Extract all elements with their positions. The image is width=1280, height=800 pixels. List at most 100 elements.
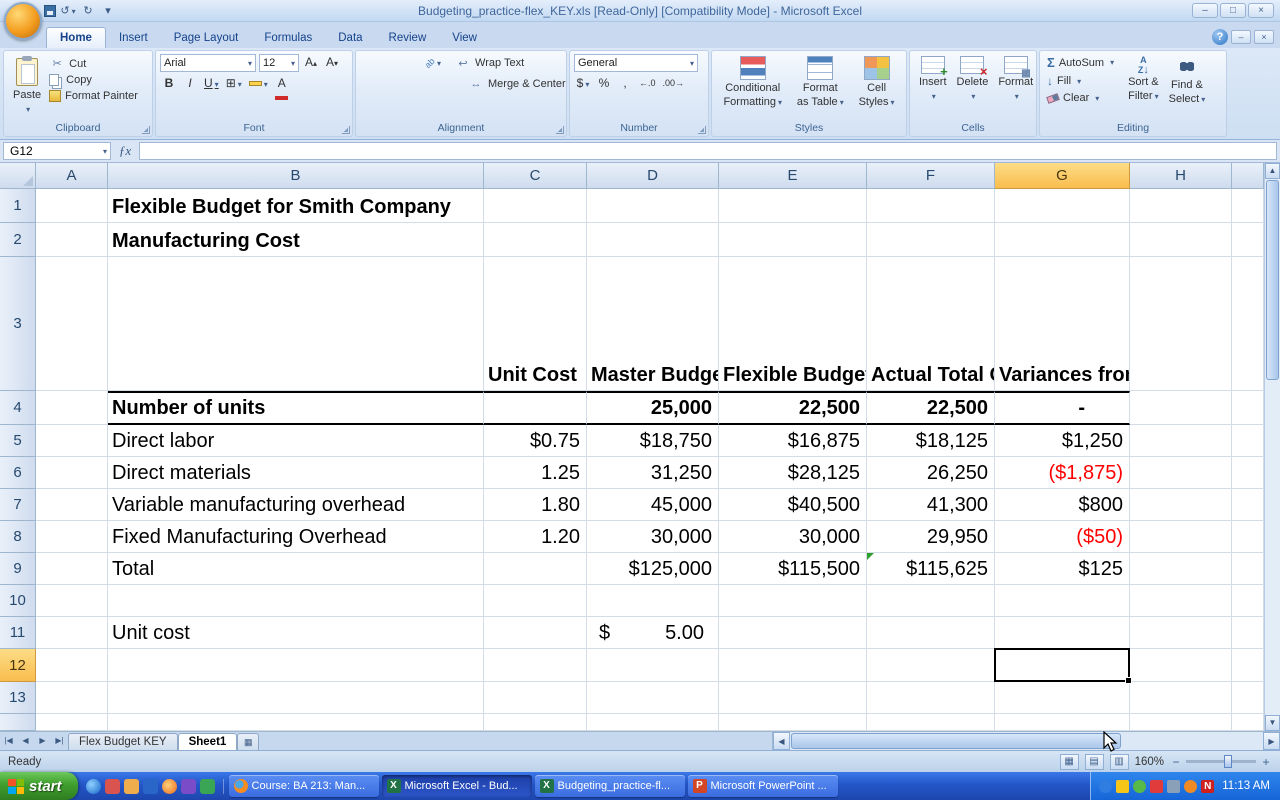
cell-D5[interactable]: $18,750 — [587, 425, 719, 457]
cell[interactable] — [1232, 585, 1264, 617]
cell-D9[interactable]: $125,000 — [587, 553, 719, 585]
normal-view-icon[interactable]: ▦ — [1059, 753, 1079, 770]
select-all-corner[interactable] — [0, 163, 36, 189]
format-cells-button[interactable]: Format▾ — [993, 54, 1038, 121]
page-layout-view-icon[interactable]: ▤ — [1084, 753, 1104, 770]
scroll-right-icon[interactable]: ▶ — [1263, 732, 1280, 750]
cell-E4[interactable]: 22,500 — [719, 391, 867, 425]
cell[interactable] — [1232, 223, 1264, 257]
row-header-2[interactable]: 2 — [0, 223, 36, 257]
task-powerpoint[interactable]: Microsoft PowerPoint ... — [687, 775, 838, 797]
orientation-icon[interactable]: ab▾ — [423, 54, 443, 72]
insert-cells-button[interactable]: Insert▾ — [914, 54, 952, 121]
cell[interactable] — [484, 189, 587, 223]
fill-button[interactable]: ↓ Fill ▾ — [1044, 73, 1117, 89]
cell[interactable] — [1232, 682, 1264, 714]
accounting-format-icon[interactable]: $ ▾ — [574, 75, 592, 93]
cell[interactable] — [36, 585, 108, 617]
workbook-minimize-button[interactable]: – — [1231, 30, 1251, 44]
column-header-C[interactable]: C — [484, 163, 587, 189]
cell-C5[interactable]: $0.75 — [484, 425, 587, 457]
cell[interactable] — [719, 682, 867, 714]
sort-filter-button[interactable]: A Z↓ Sort & Filter ▾ — [1123, 54, 1164, 121]
format-as-table-button[interactable]: Format as Table ▾ — [792, 54, 849, 121]
cell[interactable] — [108, 682, 484, 714]
cell[interactable] — [108, 649, 484, 682]
insert-worksheet-tab[interactable]: ▦ — [237, 733, 260, 750]
percent-style-icon[interactable]: % — [595, 75, 613, 93]
font-size-select[interactable]: 12 ▾ — [259, 54, 299, 72]
cell-F5[interactable]: $18,125 — [867, 425, 995, 457]
cell-D11[interactable]: $5.00 — [587, 617, 719, 649]
cell[interactable] — [719, 189, 867, 223]
row-header-10[interactable]: 10 — [0, 585, 36, 617]
cell[interactable] — [108, 714, 484, 731]
cell[interactable] — [1232, 425, 1264, 457]
cell-D7[interactable]: 45,000 — [587, 489, 719, 521]
cell[interactable] — [1130, 257, 1232, 391]
cell[interactable] — [587, 585, 719, 617]
decrease-decimal-icon[interactable]: .00→ — [661, 75, 687, 93]
cell-G5[interactable]: $1,250 — [995, 425, 1130, 457]
zoom-level[interactable]: 160% — [1135, 756, 1164, 768]
cell-D4[interactable]: 25,000 — [587, 391, 719, 425]
cell-G9[interactable]: $125 — [995, 553, 1130, 585]
column-header-D[interactable]: D — [587, 163, 719, 189]
borders-icon[interactable]: ⊞ ▾ — [224, 75, 244, 93]
insert-function-icon[interactable]: ƒx — [113, 143, 137, 159]
column-header-H[interactable]: H — [1130, 163, 1232, 189]
row-header-12-selected[interactable]: 12 — [0, 649, 36, 682]
cell[interactable] — [867, 649, 995, 682]
selection-outline[interactable] — [994, 648, 1132, 684]
cell-D3[interactable]: Master Budget Total Cost — [587, 257, 719, 391]
cell[interactable] — [1130, 617, 1232, 649]
zoom-slider-thumb[interactable] — [1224, 755, 1232, 768]
cell[interactable] — [1130, 682, 1232, 714]
cell[interactable] — [1232, 391, 1264, 425]
cell-E6[interactable]: $28,125 — [719, 457, 867, 489]
cell[interactable] — [719, 585, 867, 617]
cell[interactable] — [484, 553, 587, 585]
cell-styles-button[interactable]: Cell Styles ▾ — [854, 54, 900, 121]
cell[interactable] — [484, 617, 587, 649]
cell-F8[interactable]: 29,950 — [867, 521, 995, 553]
cell[interactable] — [1232, 553, 1264, 585]
align-top-icon[interactable] — [360, 54, 378, 72]
cell-G4[interactable]: - — [995, 391, 1130, 425]
tray-icon-1[interactable] — [1099, 779, 1113, 793]
paste-button[interactable]: Paste ▾ — [8, 54, 46, 121]
align-left-icon[interactable] — [360, 75, 378, 93]
close-button[interactable]: × — [1248, 3, 1274, 18]
sheet-tab-flex-budget-key[interactable]: Flex Budget KEY — [68, 733, 178, 750]
cell[interactable] — [1130, 649, 1232, 682]
cell[interactable] — [36, 457, 108, 489]
cell[interactable] — [587, 682, 719, 714]
cell-E5[interactable]: $16,875 — [719, 425, 867, 457]
cell[interactable] — [1130, 425, 1232, 457]
cell-E7[interactable]: $40,500 — [719, 489, 867, 521]
sheet-tab-sheet1[interactable]: Sheet1 — [177, 733, 238, 750]
cell[interactable] — [867, 223, 995, 257]
cell[interactable] — [1130, 553, 1232, 585]
cell[interactable] — [867, 682, 995, 714]
cell-B9[interactable]: Total — [108, 553, 484, 585]
cell[interactable] — [36, 521, 108, 553]
cell-B6[interactable]: Direct materials — [108, 457, 484, 489]
cell-E3[interactable]: Flexible Budget Total Cost — [719, 257, 867, 391]
row-header-9[interactable]: 9 — [0, 553, 36, 585]
last-sheet-icon[interactable]: ▶| — [51, 732, 68, 750]
shrink-font-icon[interactable]: A▾ — [323, 54, 341, 72]
page-break-view-icon[interactable]: ▥ — [1109, 753, 1129, 770]
cell[interactable] — [484, 585, 587, 617]
cell[interactable] — [1232, 189, 1264, 223]
cell[interactable] — [995, 714, 1130, 731]
merge-center-button[interactable]: ↔Merge & Center▾ — [465, 77, 579, 91]
cell[interactable] — [995, 585, 1130, 617]
font-dialog-launcher-icon[interactable] — [342, 126, 350, 134]
cell[interactable] — [867, 714, 995, 731]
tab-data[interactable]: Data — [325, 28, 375, 48]
italic-button[interactable]: I — [181, 75, 199, 93]
cell[interactable] — [867, 585, 995, 617]
tab-formulas[interactable]: Formulas — [251, 28, 325, 48]
cell[interactable] — [36, 257, 108, 391]
